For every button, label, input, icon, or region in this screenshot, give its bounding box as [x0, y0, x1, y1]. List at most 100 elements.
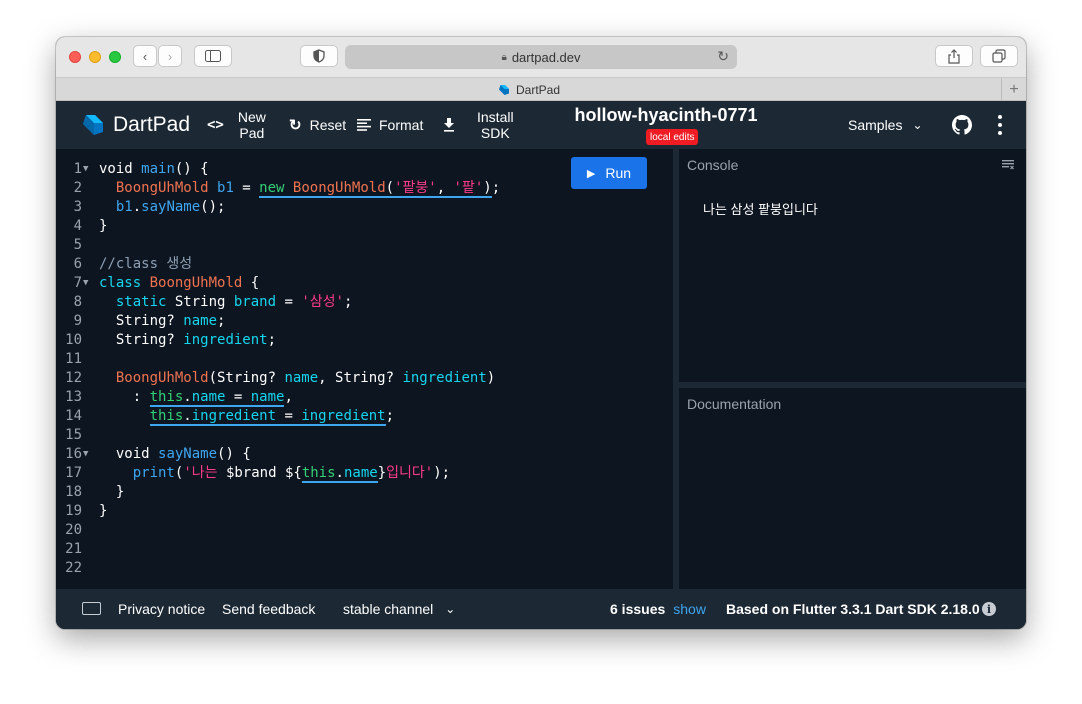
reload-icon[interactable]: ↻ [717, 48, 729, 65]
code-line: void sayName() { [99, 446, 251, 462]
line-number: 11 [65, 351, 82, 367]
tab-bar: DartPad + [56, 77, 1026, 101]
code-line: static String brand = '삼성'; [115, 294, 353, 310]
show-issues-link[interactable]: show [673, 601, 706, 617]
sidebar-toggle-button[interactable] [194, 45, 232, 67]
tab-title-text: DartPad [515, 82, 561, 97]
line-number: 22 [65, 560, 82, 576]
code-line: print('나는 $brand ${this.name}입니다'); [132, 465, 451, 483]
samples-dropdown[interactable]: Samples ⌄ [848, 101, 923, 149]
code-line: } [99, 503, 108, 519]
install-label-1: Install [477, 109, 514, 125]
new-pad-label-2: Pad [239, 125, 265, 141]
code-line: //class 생성 [99, 256, 193, 272]
line-number: 19 [65, 503, 82, 519]
code-icon: <> [207, 117, 224, 133]
new-pad-button[interactable]: <> New Pad [207, 101, 266, 149]
line-number: 6 [73, 256, 82, 272]
code-line: void main() { [99, 161, 209, 177]
console-panel: Console 나는 삼성 팥붕입니다 [679, 149, 1026, 382]
clear-console-icon[interactable] [1002, 160, 1014, 170]
channel-dropdown[interactable]: stable channel ⌄ [343, 589, 455, 629]
download-icon [444, 118, 454, 132]
chevron-left-icon: ‹ [142, 48, 148, 64]
footer-bar: Privacy notice Send feedback stable chan… [56, 589, 1026, 629]
privacy-notice-link[interactable]: Privacy notice [118, 589, 205, 629]
info-icon[interactable]: i [982, 602, 996, 616]
shield-icon [313, 49, 325, 63]
format-icon [357, 119, 371, 131]
send-feedback-link[interactable]: Send feedback [222, 589, 315, 629]
line-number: 21 [65, 541, 82, 557]
channel-label: stable channel [343, 601, 434, 617]
share-button[interactable] [935, 45, 973, 67]
code-line: String? ingredient; [99, 332, 277, 348]
dart-favicon-icon [498, 84, 509, 95]
documentation-panel: Documentation [679, 388, 1026, 589]
code-line: } [99, 484, 125, 500]
new-pad-label-1: New [237, 109, 266, 125]
code-line: : this.name = name, [99, 389, 293, 407]
privacy-report-button[interactable] [300, 45, 338, 67]
reset-label: Reset [309, 117, 347, 133]
github-icon[interactable] [952, 115, 972, 135]
line-number: 20 [65, 522, 82, 538]
chevron-down-icon: ⌄ [912, 118, 923, 132]
code-line: BoongUhMold b1 = new BoongUhMold('팥붕', '… [115, 180, 501, 198]
pad-title[interactable]: hollow-hyacinth-0771 [536, 105, 796, 126]
fold-arrow-icon[interactable]: ▼ [83, 445, 88, 464]
lock-icon: 🔒︎ [501, 51, 507, 63]
line-number: 17 [65, 465, 82, 481]
tab-dartpad[interactable]: DartPad [56, 78, 1002, 101]
forward-button[interactable]: › [158, 45, 182, 67]
play-icon: ▶ [586, 167, 596, 180]
fold-arrow-icon[interactable]: ▼ [83, 160, 88, 179]
tabs-overview-button[interactable] [980, 45, 1018, 67]
documentation-title: Documentation [687, 396, 782, 412]
code-line: BoongUhMold(String? name, String? ingred… [115, 370, 496, 386]
chevron-right-icon: › [167, 48, 173, 64]
dartpad-header: DartPad <> New Pad ↻ Reset Format Install… [56, 101, 1026, 149]
line-number: 1 [73, 161, 82, 177]
back-button[interactable]: ‹ [133, 45, 157, 67]
new-tab-button[interactable]: + [1001, 78, 1026, 101]
line-number: 16 [65, 446, 82, 462]
dartpad-logo[interactable]: DartPad [81, 113, 190, 137]
console-output: 나는 삼성 팥붕입니다 [703, 202, 818, 217]
line-number: 18 [65, 484, 82, 500]
fold-arrow-icon[interactable]: ▼ [83, 274, 88, 293]
browser-toolbar: ‹ › 🔒︎ dartpad.dev ↻ [56, 37, 1026, 77]
more-vert-icon[interactable] [998, 115, 1002, 135]
code-editor[interactable]: 1 ▼ void main() { 2 BoongUhMold b1 = new B… [56, 149, 673, 589]
sdk-version: Based on Flutter 3.3.1 Dart SDK 2.18.0 [726, 601, 980, 617]
format-button[interactable]: Format [357, 101, 423, 149]
run-label: Run [605, 165, 632, 181]
refresh-icon: ↻ [289, 117, 302, 134]
samples-label: Samples [848, 117, 903, 133]
format-label: Format [379, 117, 424, 133]
run-button[interactable]: ▶ Run [571, 157, 647, 189]
code-line: class BoongUhMold { [99, 275, 260, 291]
reset-button[interactable]: ↻ Reset [289, 101, 346, 149]
close-window-button[interactable] [69, 51, 81, 63]
keyboard-icon[interactable] [82, 602, 101, 615]
minimize-window-button[interactable] [89, 51, 101, 63]
line-number: 12 [65, 370, 82, 386]
line-number: 3 [73, 199, 82, 215]
code-line: b1.sayName(); [115, 199, 226, 215]
code-line: String? name; [99, 313, 226, 329]
line-number: 10 [65, 332, 82, 348]
install-label-2: SDK [480, 125, 510, 141]
address-bar[interactable]: 🔒︎ dartpad.dev ↻ [345, 45, 737, 69]
issues-count: 6 issues [610, 601, 666, 617]
line-number: 8 [73, 294, 82, 310]
install-sdk-button[interactable]: Install SDK [443, 101, 514, 149]
maximize-window-button[interactable] [109, 51, 121, 63]
line-number: 2 [73, 180, 82, 196]
code-line: } [99, 218, 108, 234]
issues-indicator: 6 issues show [610, 589, 706, 629]
line-number: 14 [65, 408, 82, 424]
chevron-down-icon: ⌄ [445, 602, 456, 616]
line-number: 7 [73, 275, 82, 291]
browser-window: ‹ › 🔒︎ dartpad.dev ↻ DartPad + DartPad <… [56, 37, 1026, 629]
